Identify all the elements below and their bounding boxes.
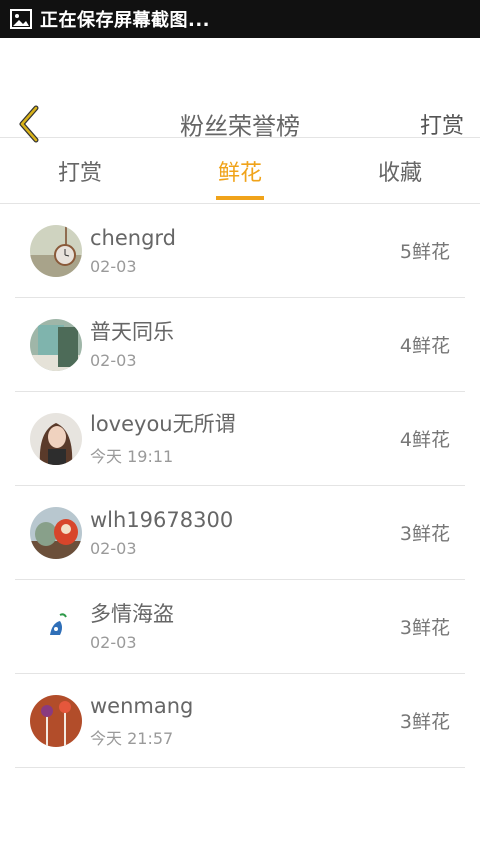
flower-count: 3鲜花 [399,617,450,639]
item-info: 普天同乐 02-03 [90,319,400,370]
item-info: wenmang 今天 21:57 [90,693,400,749]
fan-name: 普天同乐 [90,320,174,344]
title-bar: 粉丝荣誉榜 打赏 [0,38,480,143]
list-item[interactable]: 普天同乐 02-03 4鲜花 [15,298,465,392]
item-info: chengrd 02-03 [90,225,400,276]
list-item[interactable]: loveyou无所谓 今天 19:11 4鲜花 [15,392,465,486]
tab-flowers[interactable]: 鲜花 [160,138,320,203]
fan-date: 02-03 [90,257,137,276]
fan-date: 02-03 [90,633,137,652]
avatar [30,318,82,371]
avatar [30,224,82,277]
list-item[interactable]: chengrd 02-03 5鲜花 [15,204,465,298]
avatar [30,600,82,653]
tab-label: 打赏 [57,160,102,186]
flower-count: 4鲜花 [399,429,450,451]
fan-name: 多情海盗 [90,602,174,626]
item-info: loveyou无所谓 今天 19:11 [90,411,400,467]
tab-label: 鲜花 [217,160,262,186]
list-item[interactable]: wlh19678300 02-03 3鲜花 [15,486,465,580]
flower-count: 3鲜花 [399,523,450,545]
fan-name: chengrd [90,226,177,250]
tab-tips[interactable]: 打赏 [0,138,160,203]
page-title: 粉丝荣誉榜 [180,112,300,141]
list-item[interactable]: 多情海盗 02-03 3鲜花 [15,580,465,674]
avatar [30,694,82,747]
status-bar: 正在保存屏幕截图... [0,0,480,38]
flower-count: 3鲜花 [399,711,450,733]
tab-underline [216,196,264,200]
fan-date: 02-03 [90,351,137,370]
flower-count: 4鲜花 [399,335,450,357]
item-info: 多情海盗 02-03 [90,601,400,652]
fan-name: loveyou无所谓 [90,411,236,436]
item-info: wlh19678300 02-03 [90,507,400,558]
fan-name: wlh19678300 [90,508,234,532]
tip-button[interactable]: 打赏 [420,108,464,140]
avatar [30,506,82,559]
flower-count: 5鲜花 [399,241,450,263]
tab-bar: 打赏 鲜花 收藏 [0,138,480,204]
list-item[interactable]: wenmang 今天 21:57 3鲜花 [15,674,465,768]
avatar [30,412,82,465]
fan-list: chengrd 02-03 5鲜花 普天同乐 02-03 4鲜花 loveyou… [0,204,480,768]
tab-label: 收藏 [377,160,422,186]
fan-name: wenmang [90,693,194,718]
fan-date: 02-03 [90,539,137,558]
fan-date: 今天 19:11 [90,446,174,466]
status-text: 正在保存屏幕截图... [40,10,211,31]
image-icon [10,9,32,29]
tab-favorites[interactable]: 收藏 [320,138,480,203]
fan-date: 今天 21:57 [90,728,174,748]
